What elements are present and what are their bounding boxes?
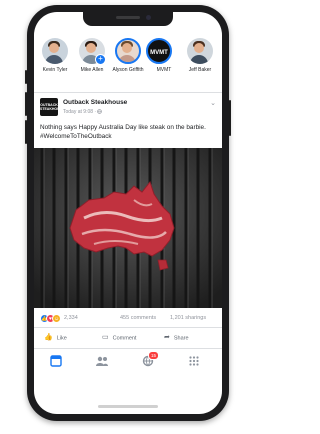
story-name: Alyson Griffith [112,67,144,73]
facebook-feed-screen: Kevin Tyler + Mike Allen Alyson Griffith… [34,12,222,414]
globe-icon [97,109,103,114]
home-indicator[interactable] [98,405,158,408]
divider [34,348,222,349]
avatar [42,38,68,64]
comments-count[interactable]: 455 comments [120,315,156,321]
post-header: OUTBACK STEAKHOUSE Outback Steakhouse To… [40,98,216,118]
post-meta: Today at 9:08 · [63,109,103,115]
thumbs-up-icon: 👍 [44,334,53,341]
friends-icon [96,356,108,366]
haha-reaction-icon: ☺ [52,314,61,323]
share-button[interactable]: ➦ Share [164,332,189,344]
avatar [115,38,141,64]
story-mvmt[interactable]: MVMT MVMT [146,38,182,73]
page-logo[interactable]: OUTBACK STEAKHOUSE [40,98,64,116]
post-image[interactable] [34,148,222,308]
reactions-row: 👍 ♥ ☺ 2,334 455 comments 1,201 sharings [40,314,216,324]
tab-notifications[interactable]: 15 [138,351,160,368]
story-kevin-tyler[interactable]: Kevin Tyler [37,38,73,73]
stories-row: Kevin Tyler + Mike Allen Alyson Griffith… [34,38,222,92]
divider [34,327,222,328]
comment-label: Comment [112,335,137,342]
shares-count[interactable]: 1,201 sharings [170,315,206,321]
story-name: Kevin Tyler [42,67,68,73]
avatar [187,38,213,64]
story-name: Mike Allen [80,67,104,73]
post-timestamp: Today at 9:08 · [63,109,98,115]
bottom-tab-bar: 15 [34,351,222,370]
comment-button[interactable]: ▭ Comment [102,332,136,344]
post-actions: 👍 Like ▭ Comment ➦ Share [34,332,222,346]
phone-notch [83,12,173,26]
story-name: MVMT [156,67,172,73]
tab-friends[interactable] [92,354,112,368]
news-feed-icon [50,355,62,367]
steak-on-grill-image [34,148,222,308]
tab-news-feed[interactable] [46,354,66,368]
notification-badge: 15 [148,351,160,360]
story-jeff-baker[interactable]: Jeff Baker [182,38,218,73]
story-name: Jeff Baker [188,67,212,73]
story-mike-allen[interactable]: + Mike Allen [74,38,110,73]
tab-menu[interactable] [184,354,204,368]
reaction-count[interactable]: 2,334 [64,315,78,321]
menu-grid-icon [189,356,199,366]
page-name[interactable]: Outback Steakhouse [63,99,127,106]
share-icon: ➦ [164,334,170,341]
chevron-down-icon[interactable]: ⌄ [210,99,216,107]
share-label: Share [173,335,189,342]
add-story-icon[interactable]: + [95,54,106,65]
post-text: Nothing says Happy Australia Day like st… [40,124,206,140]
story-alyson-griffith[interactable]: Alyson Griffith [110,38,146,73]
divider [34,92,222,93]
like-button[interactable]: 👍 Like [44,332,67,344]
mvmt-logo: MVMT [146,38,172,64]
comment-icon: ▭ [102,334,109,341]
like-label: Like [56,335,67,342]
